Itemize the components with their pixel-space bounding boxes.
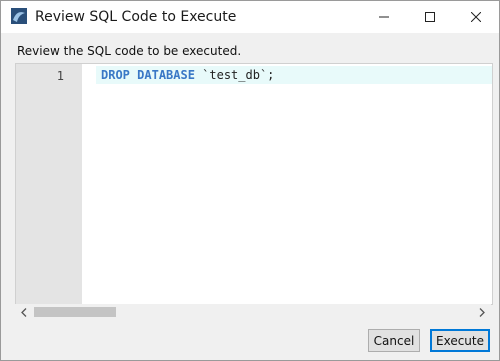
cancel-button[interactable]: Cancel: [368, 329, 420, 352]
execute-button[interactable]: Execute: [430, 329, 490, 352]
scroll-right-button[interactable]: [476, 304, 488, 320]
sql-keyword-database: DATABASE: [137, 68, 195, 82]
maximize-button[interactable]: [407, 1, 453, 33]
sql-editor[interactable]: 1 DROP DATABASE `test_db`;: [15, 63, 493, 305]
code-line[interactable]: DROP DATABASE `test_db`;: [101, 68, 274, 82]
scrollbar-thumb[interactable]: [34, 307, 116, 317]
chevron-left-icon: [21, 307, 27, 317]
close-icon: [471, 12, 481, 22]
chevron-right-icon: [479, 307, 485, 317]
sql-keyword-drop: DROP: [101, 68, 130, 82]
dialog-prompt: Review the SQL code to be executed.: [17, 44, 242, 58]
minimize-icon: [379, 16, 389, 18]
line-number-gutter: 1: [16, 64, 82, 304]
horizontal-scrollbar[interactable]: [15, 304, 491, 320]
window-title: Review SQL Code to Execute: [35, 9, 237, 25]
title-bar[interactable]: Review SQL Code to Execute: [1, 1, 499, 33]
minimize-button[interactable]: [361, 1, 407, 33]
close-button[interactable]: [453, 1, 499, 33]
scroll-left-button[interactable]: [18, 304, 30, 320]
mysql-workbench-icon: [11, 8, 27, 24]
line-number: 1: [56, 69, 64, 83]
review-sql-dialog: Review SQL Code to Execute Review the SQ…: [0, 0, 500, 361]
sql-identifier: `test_db`;: [194, 68, 275, 82]
maximize-icon: [425, 12, 435, 22]
